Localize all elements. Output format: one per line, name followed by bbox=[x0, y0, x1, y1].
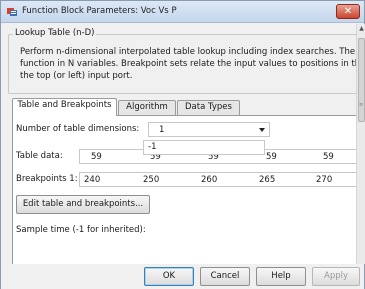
breakpoints-label: Breakpoints 1: bbox=[16, 174, 78, 184]
breakpoint-value: 265 bbox=[259, 175, 276, 185]
group-title: Lookup Table (n-D) bbox=[13, 28, 97, 38]
breakpoint-value: 270 bbox=[316, 175, 333, 185]
title-bar[interactable]: Function Block Parameters: Voc Vs P ✕ bbox=[1, 1, 364, 23]
cancel-button[interactable]: Cancel bbox=[200, 267, 250, 286]
ok-button[interactable]: OK bbox=[144, 267, 194, 286]
breakpoint-value: 250 bbox=[143, 175, 160, 185]
scroll-up-icon[interactable]: ▲ bbox=[358, 25, 365, 33]
table-data-value: 59 bbox=[323, 152, 334, 162]
help-button[interactable]: Help bbox=[256, 267, 306, 286]
scroll-grip: ≡ bbox=[359, 102, 364, 108]
num-dims-select[interactable]: 1 bbox=[148, 122, 270, 137]
button-bar: OK Cancel Help Apply bbox=[1, 264, 364, 289]
close-button[interactable]: ✕ bbox=[336, 4, 360, 19]
apply-button: Apply bbox=[312, 267, 360, 286]
sample-time-label: Sample time (-1 for inherited): bbox=[16, 225, 146, 235]
breakpoint-value: 260 bbox=[201, 175, 218, 185]
chevron-down-icon bbox=[259, 128, 265, 132]
sample-time-value: -1 bbox=[148, 142, 157, 152]
breakpoint-value: 240 bbox=[84, 175, 101, 185]
table-data-value: 59 bbox=[266, 152, 277, 162]
breakpoints-input[interactable]: 240 250 260 265 270 bbox=[79, 172, 356, 187]
tab-algorithm[interactable]: Algorithm bbox=[118, 100, 176, 115]
close-icon: ✕ bbox=[343, 6, 353, 17]
table-data-value: 59 bbox=[91, 152, 102, 162]
block-description: Perform n-dimensional interpolated table… bbox=[20, 47, 356, 81]
block-params-icon bbox=[7, 8, 17, 16]
table-data-label: Table data: bbox=[16, 151, 63, 161]
tab-data-types[interactable]: Data Types bbox=[177, 100, 240, 115]
sample-time-input[interactable]: -1 bbox=[143, 140, 265, 155]
dialog-window: Function Block Parameters: Voc Vs P ✕ Lo… bbox=[0, 0, 365, 289]
tab-table-and-breakpoints[interactable]: Table and Breakpoints bbox=[12, 98, 117, 116]
tab-panel-table-and-breakpoints: Number of table dimensions: 1 Table data… bbox=[12, 115, 356, 264]
vertical-scroll-thumb[interactable] bbox=[358, 38, 365, 122]
num-dims-label: Number of table dimensions: bbox=[16, 124, 140, 134]
num-dims-value: 1 bbox=[159, 125, 165, 135]
dialog-content: Lookup Table (n-D) Perform n-dimensional… bbox=[4, 24, 356, 264]
vertical-scrollbar[interactable]: ▲ ≡ bbox=[356, 24, 365, 264]
window-title: Function Block Parameters: Voc Vs P bbox=[22, 6, 177, 16]
edit-table-button[interactable]: Edit table and breakpoints... bbox=[16, 195, 150, 214]
